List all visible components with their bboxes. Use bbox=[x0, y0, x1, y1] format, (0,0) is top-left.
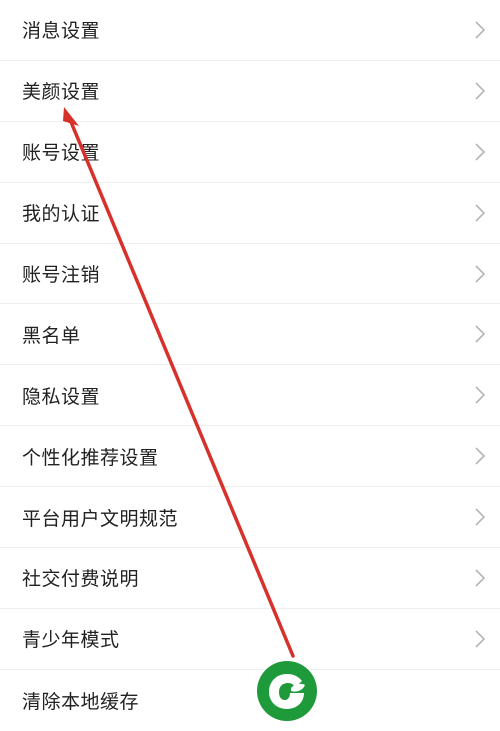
chevron-right-icon bbox=[475, 630, 486, 648]
leaf-logo-icon bbox=[257, 661, 317, 721]
settings-item-clear-cache[interactable]: 清除本地缓存 bbox=[0, 670, 500, 731]
settings-item-label: 清除本地缓存 bbox=[22, 690, 140, 713]
settings-item-label: 我的认证 bbox=[22, 203, 101, 226]
chevron-right-icon bbox=[475, 325, 486, 343]
settings-item-verification[interactable]: 我的认证 bbox=[0, 183, 500, 244]
chevron-right-icon bbox=[475, 386, 486, 404]
settings-item-blacklist[interactable]: 黑名单 bbox=[0, 304, 500, 366]
chevron-right-icon bbox=[475, 204, 486, 222]
settings-item-community-guidelines[interactable]: 平台用户文明规范 bbox=[0, 487, 500, 549]
settings-item-beauty[interactable]: 美颜设置 bbox=[0, 61, 500, 122]
settings-screen: 消息设置 美颜设置 账号设置 我的认证 账号注销 黑名单 隐私设置 个性化推荐设… bbox=[0, 0, 500, 731]
settings-item-account-deletion[interactable]: 账号注销 bbox=[0, 244, 500, 305]
settings-item-label: 个性化推荐设置 bbox=[22, 446, 159, 469]
settings-item-label: 账号设置 bbox=[22, 142, 101, 165]
settings-item-label: 黑名单 bbox=[22, 324, 81, 347]
chevron-right-icon bbox=[475, 264, 486, 283]
settings-item-label: 隐私设置 bbox=[22, 385, 101, 408]
settings-item-paid-social-info[interactable]: 社交付费说明 bbox=[0, 548, 500, 609]
chevron-right-icon bbox=[475, 143, 486, 161]
settings-item-label: 青少年模式 bbox=[22, 629, 120, 652]
chevron-right-icon bbox=[475, 447, 486, 465]
settings-item-teen-mode[interactable]: 青少年模式 bbox=[0, 609, 500, 670]
chevron-right-icon bbox=[475, 21, 486, 39]
chevron-right-icon bbox=[475, 569, 486, 587]
settings-item-label: 美颜设置 bbox=[22, 81, 101, 104]
settings-item-label: 平台用户文明规范 bbox=[22, 507, 179, 530]
settings-item-account[interactable]: 账号设置 bbox=[0, 122, 500, 183]
chevron-right-icon bbox=[475, 82, 486, 100]
settings-item-personalized-recommendation[interactable]: 个性化推荐设置 bbox=[0, 426, 500, 488]
settings-list: 消息设置 美颜设置 账号设置 我的认证 账号注销 黑名单 隐私设置 个性化推荐设… bbox=[0, 0, 500, 731]
settings-item-label: 消息设置 bbox=[22, 20, 101, 43]
settings-item-label: 账号注销 bbox=[22, 264, 101, 286]
chevron-right-icon bbox=[475, 508, 486, 526]
settings-item-label: 社交付费说明 bbox=[22, 568, 140, 591]
settings-item-message[interactable]: 消息设置 bbox=[0, 0, 500, 61]
settings-item-privacy[interactable]: 隐私设置 bbox=[0, 365, 500, 427]
